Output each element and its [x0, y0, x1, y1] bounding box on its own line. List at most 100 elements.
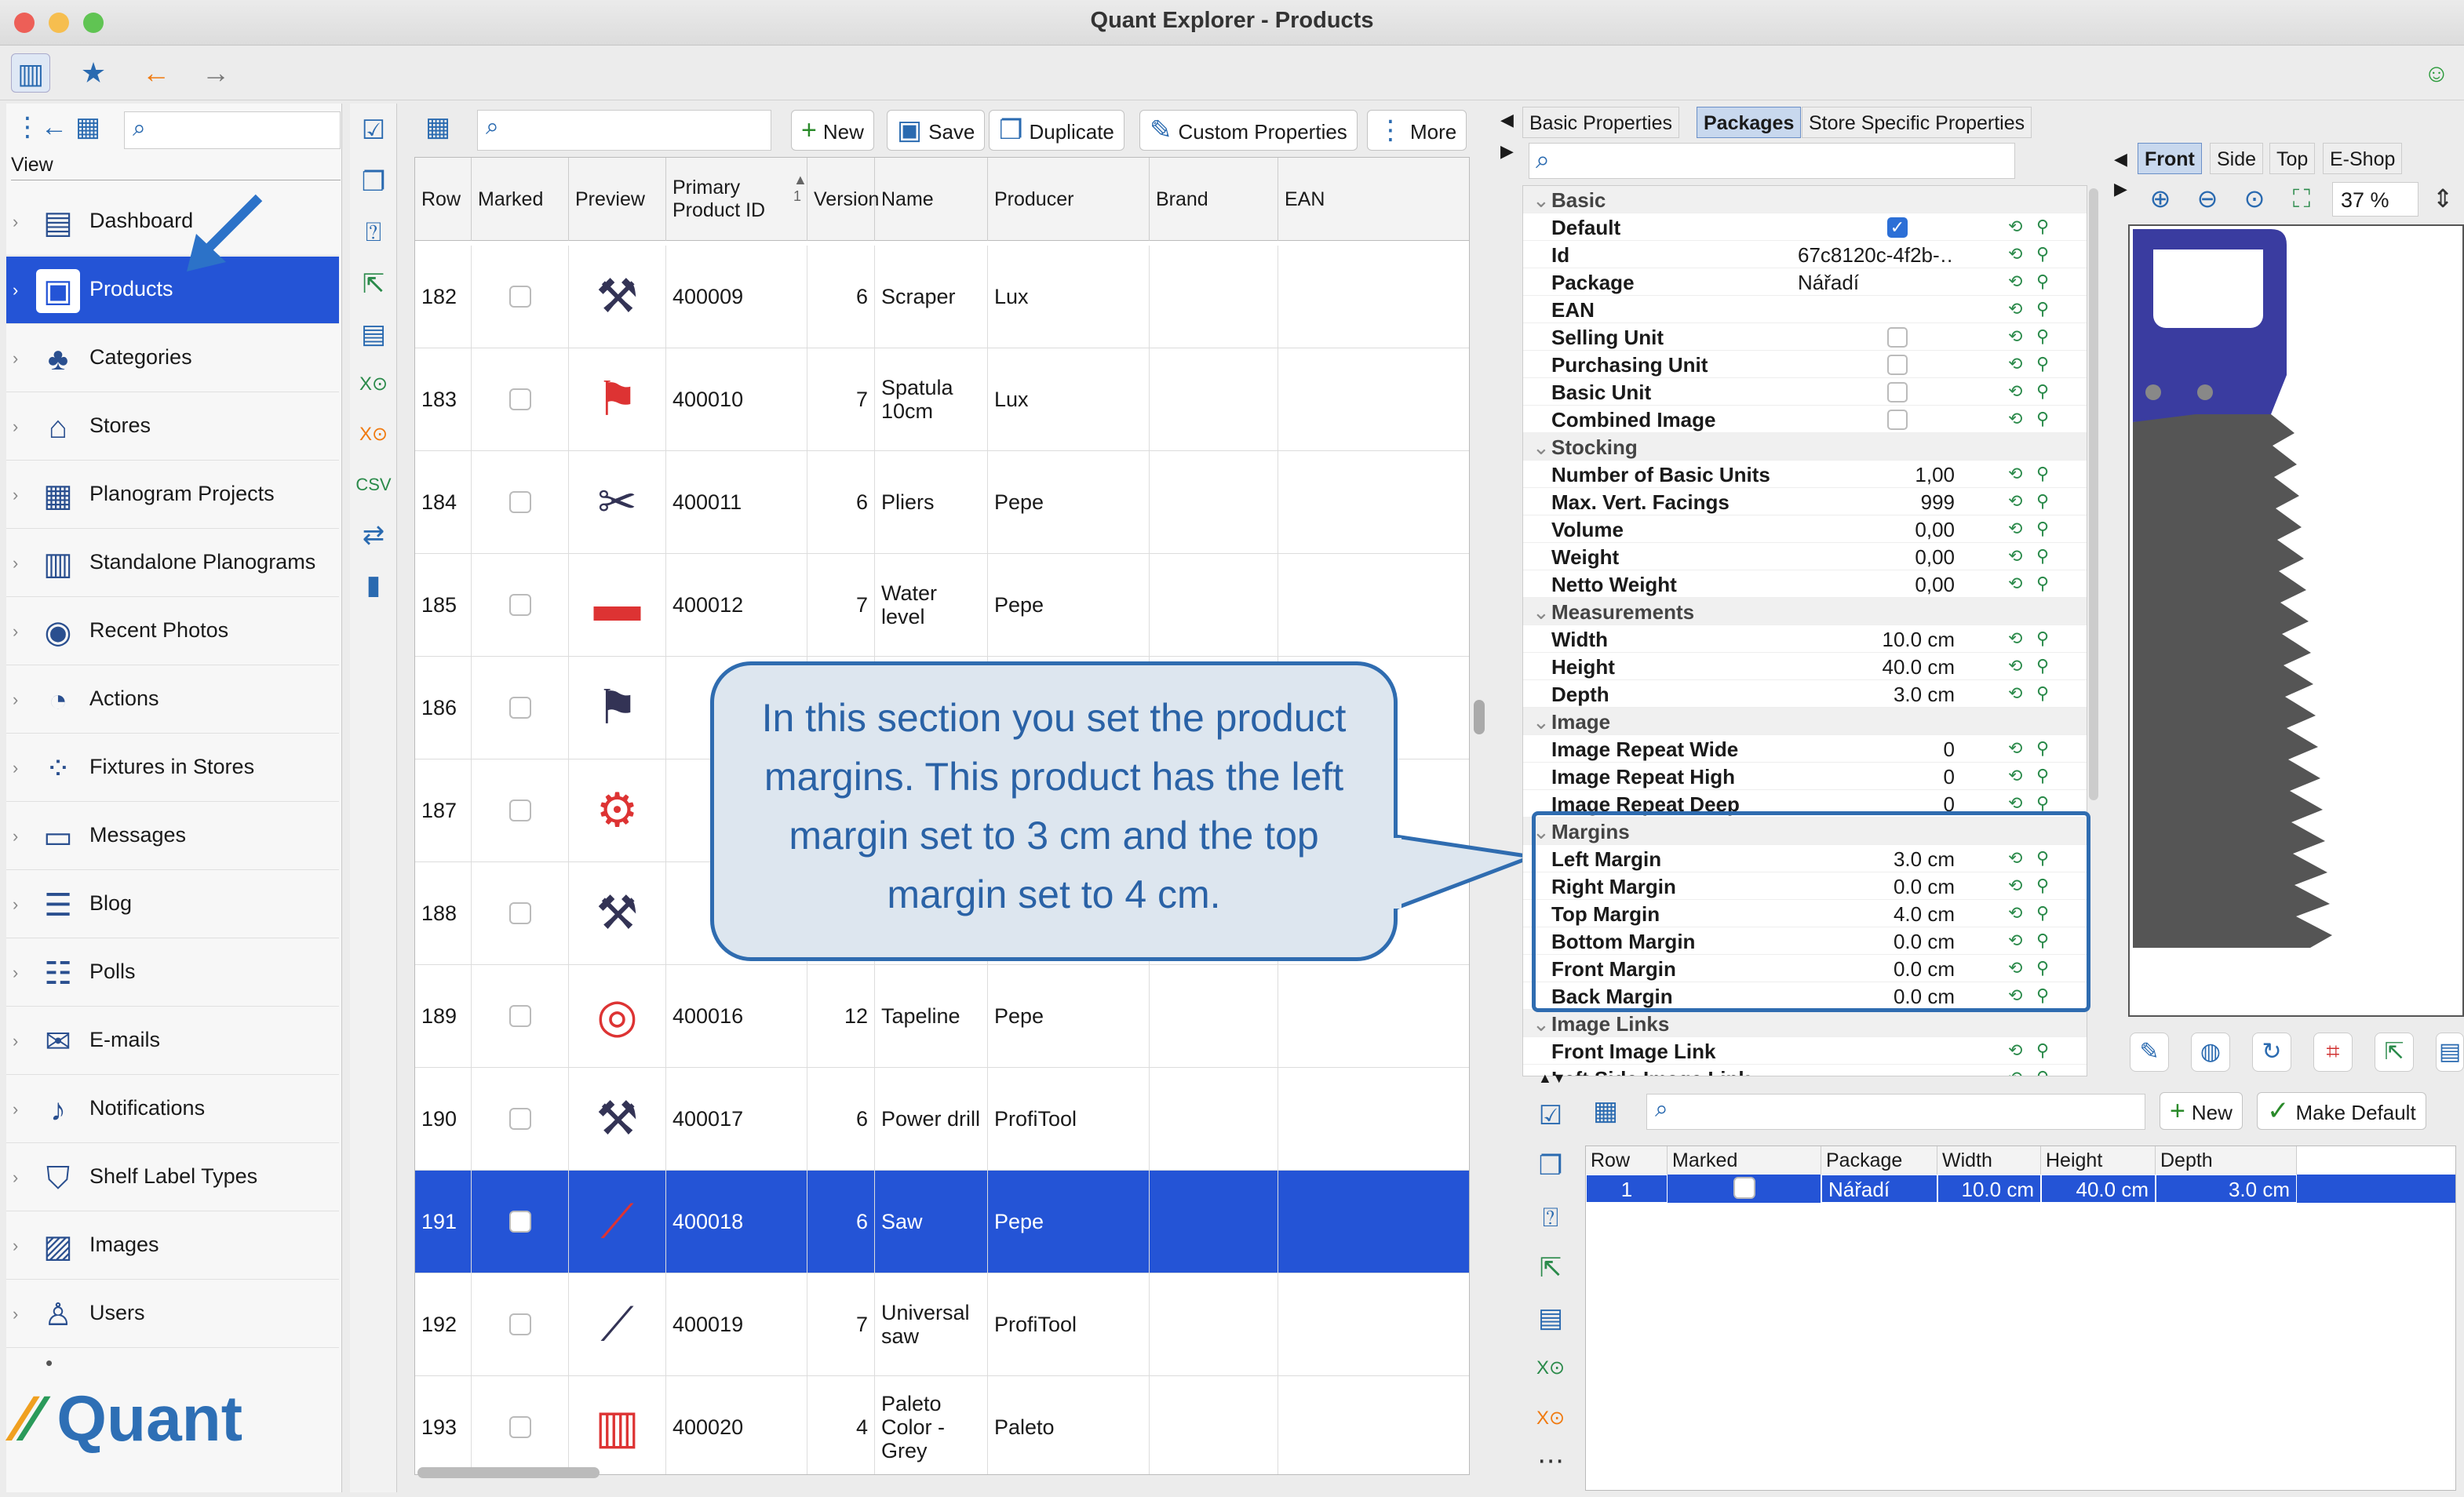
- tab-top[interactable]: Top: [2269, 143, 2316, 174]
- property-group-basic[interactable]: ⌄ Basic: [1523, 186, 2087, 213]
- property-group-image[interactable]: ⌄ Image: [1523, 708, 2087, 735]
- package-row-cell[interactable]: 1: [1586, 1175, 1668, 1203]
- new-button[interactable]: + New: [791, 110, 874, 151]
- package-column-depth[interactable]: Depth: [2156, 1146, 2297, 1175]
- fit-frame-icon[interactable]: ⛶: [2285, 182, 2318, 215]
- column-header-primary-product-id[interactable]: Primary Product ID: [666, 158, 807, 241]
- more-button[interactable]: ⋮ More: [1367, 110, 1467, 151]
- property-checkbox[interactable]: [1887, 382, 1908, 402]
- pin-icon[interactable]: ⚲: [2036, 271, 2049, 292]
- package-column-row[interactable]: Row: [1586, 1146, 1668, 1175]
- copy-icon[interactable]: ❐: [1532, 1147, 1569, 1185]
- back-arrow-icon[interactable]: ←: [137, 53, 176, 93]
- property-ean[interactable]: EAN ⟲ ⚲: [1523, 296, 2087, 323]
- property-depth[interactable]: Depth 3.0 cm ⟲ ⚲: [1523, 680, 2087, 708]
- property-number-of-basic-units[interactable]: Number of Basic Units 1,00 ⟲ ⚲: [1523, 461, 2087, 488]
- pin-icon[interactable]: ⚲: [2036, 464, 2049, 484]
- column-header-marked[interactable]: Marked: [472, 158, 569, 241]
- sidebar-item-users[interactable]: › ♙ Users: [6, 1280, 339, 1348]
- property-width[interactable]: Width 10.0 cm ⟲ ⚲: [1523, 625, 2087, 653]
- zoom-in-icon[interactable]: ⊕: [2144, 182, 2177, 215]
- property-combined-image[interactable]: Combined Image ⟲ ⚲: [1523, 406, 2087, 433]
- property-weight[interactable]: Weight 0,00 ⟲ ⚲: [1523, 543, 2087, 570]
- pin-icon[interactable]: ⚲: [2036, 326, 2049, 347]
- marked-checkbox[interactable]: [508, 1313, 531, 1335]
- select-cursor-icon[interactable]: ⇱: [1532, 1249, 1569, 1287]
- table-row[interactable]: 183 ⚑ 400010 7 Spatula 10cm Lux: [415, 348, 1469, 451]
- pin-icon[interactable]: ⚲: [2036, 738, 2049, 759]
- sidebar-item-polls[interactable]: › ☷ Polls: [6, 939, 339, 1007]
- horizontal-scrollbar[interactable]: [417, 1467, 600, 1478]
- property-value[interactable]: 0,00: [1798, 573, 1955, 597]
- marked-checkbox[interactable]: [508, 1005, 531, 1027]
- reset-icon[interactable]: ⟲: [2008, 519, 2022, 539]
- star-icon[interactable]: ★: [74, 53, 113, 93]
- pin-icon[interactable]: ⚲: [2036, 1040, 2049, 1061]
- smiley-icon[interactable]: ☺: [2417, 53, 2456, 93]
- marked-checkbox[interactable]: [508, 1416, 531, 1438]
- property-checkbox[interactable]: ✓: [1887, 217, 1908, 238]
- tab-side[interactable]: Side: [2210, 143, 2264, 174]
- column-header-producer[interactable]: Producer: [988, 158, 1150, 241]
- tab-front[interactable]: Front: [2138, 143, 2202, 174]
- marked-checkbox[interactable]: [508, 902, 531, 924]
- reset-icon[interactable]: ⟲: [2008, 1040, 2022, 1061]
- reset-icon[interactable]: ⟲: [2008, 244, 2022, 264]
- document-icon[interactable]: ▤: [355, 315, 392, 353]
- property-image-repeat-high[interactable]: Image Repeat High 0 ⟲ ⚲: [1523, 763, 2087, 790]
- table-row[interactable]: 191 ⟋ 400018 6 Saw Pepe: [415, 1171, 1469, 1273]
- marked-checkbox[interactable]: [508, 286, 531, 308]
- property-max-vert-facings[interactable]: Max. Vert. Facings 999 ⟲ ⚲: [1523, 488, 2087, 515]
- sidebar-item-e-mails[interactable]: › ✉ E-mails: [6, 1007, 339, 1075]
- expand-preview-icon[interactable]: ▶: [2114, 179, 2127, 199]
- more-tools-icon[interactable]: ▤: [2436, 1033, 2464, 1072]
- pin-icon[interactable]: ⚲: [2036, 409, 2049, 429]
- edit-image-icon[interactable]: ✎: [2130, 1033, 2169, 1072]
- reset-icon[interactable]: ⟲: [2008, 409, 2022, 429]
- table-icon[interactable]: ▦: [75, 111, 100, 143]
- column-header-preview[interactable]: Preview: [569, 158, 666, 241]
- reset-icon[interactable]: ⟲: [2008, 628, 2022, 649]
- table-row[interactable]: 182 ⚒ 400009 6 Scraper Lux: [415, 246, 1469, 348]
- forward-arrow-icon[interactable]: →: [196, 53, 235, 93]
- pin-icon[interactable]: ⚲: [2036, 354, 2049, 374]
- sidebar-item-messages[interactable]: › ▭ Messages: [6, 803, 339, 870]
- check-list-icon[interactable]: ☑: [1532, 1097, 1569, 1135]
- excel-import-icon[interactable]: X⊙: [1532, 1349, 1569, 1387]
- package-column-height[interactable]: Height: [2041, 1146, 2156, 1175]
- custom-properties-button[interactable]: ✎ Custom Properties: [1139, 110, 1358, 151]
- reset-icon[interactable]: ⟲: [2008, 546, 2022, 566]
- help-doc-icon[interactable]: ⍰: [1532, 1199, 1569, 1237]
- pin-icon[interactable]: ⚲: [2036, 244, 2049, 264]
- property-value[interactable]: 1,00: [1798, 463, 1955, 487]
- reset-icon[interactable]: ⟲: [2008, 738, 2022, 759]
- reset-icon[interactable]: ⟲: [2008, 464, 2022, 484]
- copy-icon[interactable]: ❐: [355, 163, 392, 201]
- property-basic-unit[interactable]: Basic Unit ⟲ ⚲: [1523, 378, 2087, 406]
- reset-icon[interactable]: ⟲: [2008, 299, 2022, 319]
- property-group-measurements[interactable]: ⌄ Measurements: [1523, 598, 2087, 625]
- property-id[interactable]: Id 67c8120c-4f2b-… ⟲ ⚲: [1523, 241, 2087, 268]
- pin-icon[interactable]: ⚲: [2036, 574, 2049, 594]
- zoom-fit-icon[interactable]: ⊙: [2238, 182, 2271, 215]
- reset-icon[interactable]: ⟲: [2008, 656, 2022, 676]
- property-value[interactable]: 3.0 cm: [1798, 683, 1955, 707]
- excel-export-icon[interactable]: X⊙: [355, 416, 392, 453]
- property-value[interactable]: 0,00: [1798, 518, 1955, 542]
- package-depth-cell[interactable]: 3.0 cm: [2156, 1175, 2297, 1203]
- table-row[interactable]: 184 ✂ 400011 6 Pliers Pepe: [415, 451, 1469, 554]
- more-dots-icon[interactable]: ⋯: [1532, 1442, 1569, 1480]
- pin-icon[interactable]: ⚲: [2036, 299, 2049, 319]
- sidebar-item-products[interactable]: › ▣ Products: [6, 257, 339, 324]
- marked-checkbox[interactable]: [508, 491, 531, 513]
- reset-icon[interactable]: ⟲: [2008, 1068, 2022, 1076]
- package-column-package[interactable]: Package: [1821, 1146, 1937, 1175]
- reset-icon[interactable]: ⟲: [2008, 381, 2022, 402]
- property-value[interactable]: 999: [1798, 490, 1955, 515]
- sidebar-item-stores[interactable]: › ⌂ Stores: [6, 393, 339, 461]
- pin-icon[interactable]: ⚲: [2036, 519, 2049, 539]
- reset-icon[interactable]: ⟲: [2008, 574, 2022, 594]
- pin-icon[interactable]: ⚲: [2036, 628, 2049, 649]
- pin-icon[interactable]: ⚲: [2036, 656, 2049, 676]
- chart-icon[interactable]: ▮: [355, 566, 392, 604]
